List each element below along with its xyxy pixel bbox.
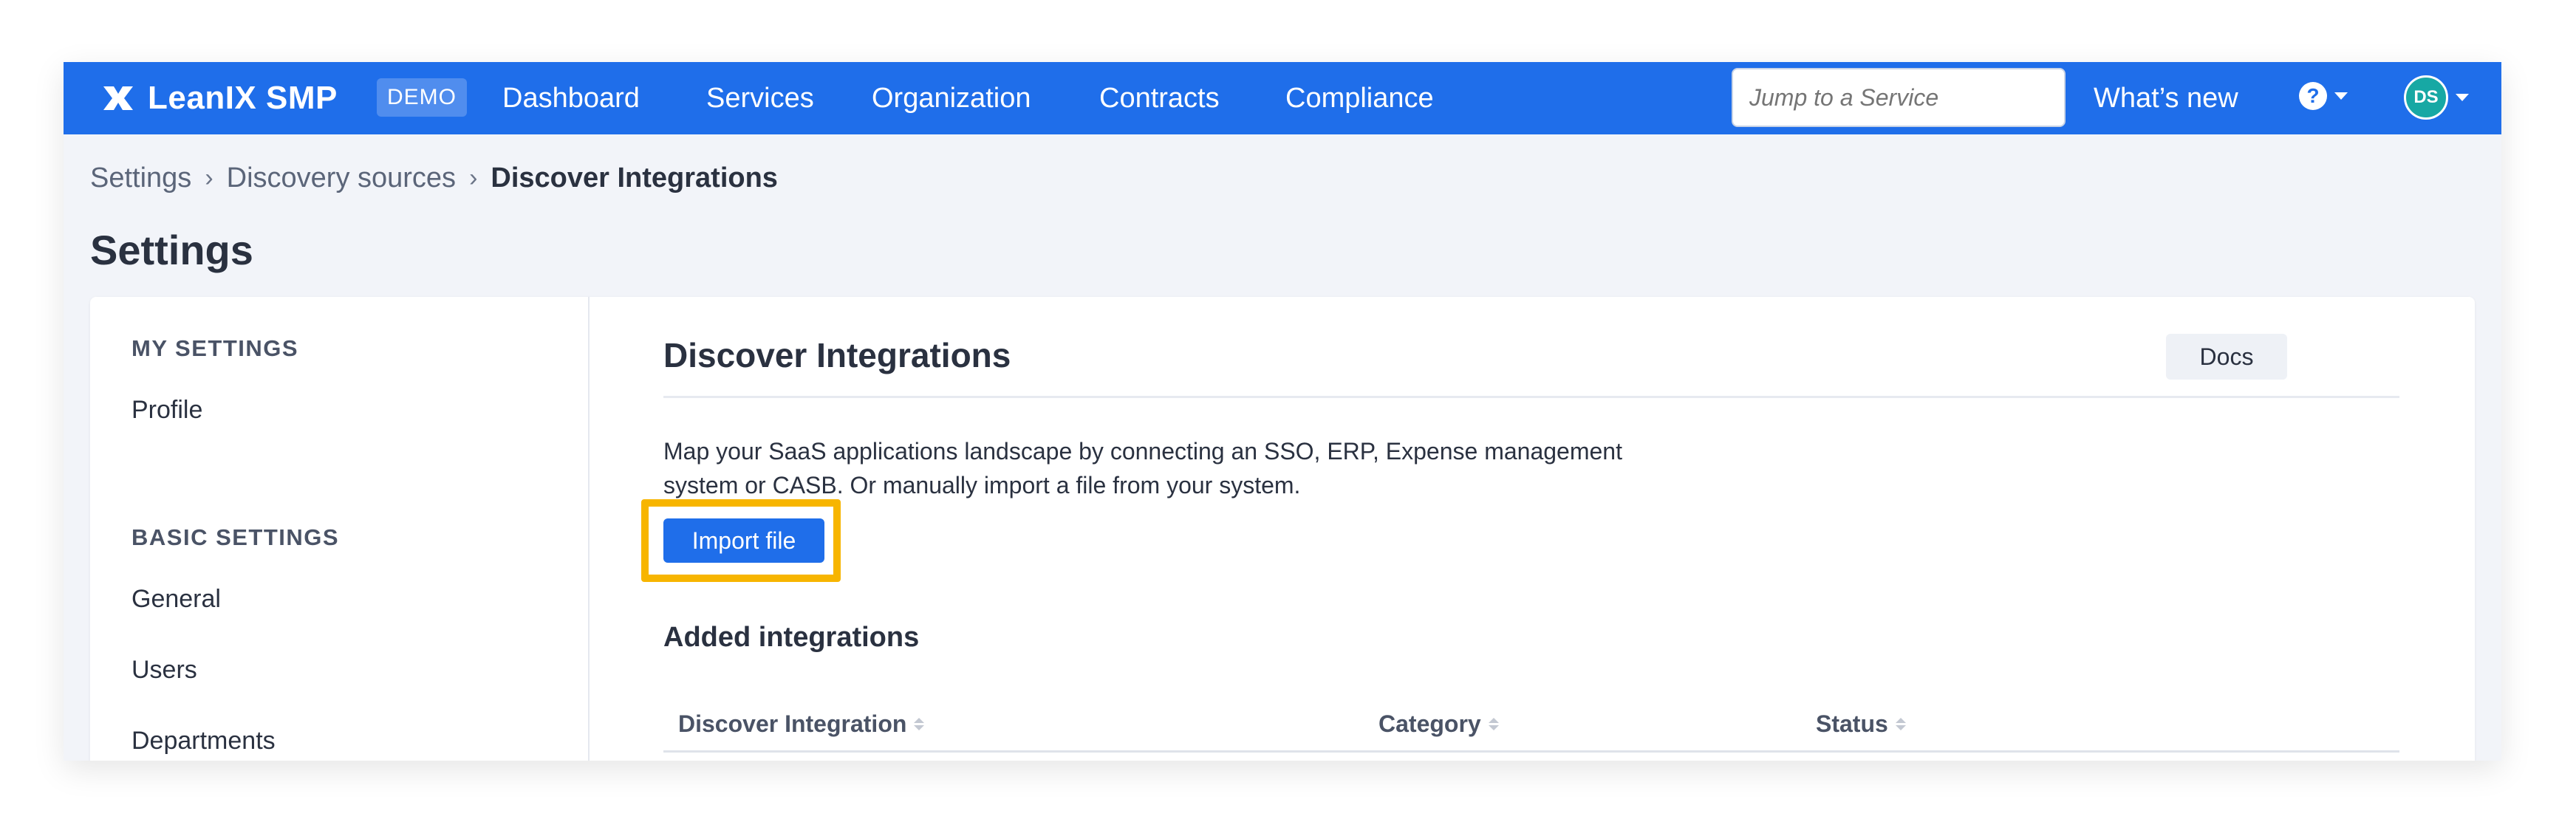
column-label: Status xyxy=(1816,710,1888,737)
column-label: Category xyxy=(1378,710,1481,737)
top-navigation-bar: LeanIX SMP DEMO Dashboard Services Organ… xyxy=(64,62,2501,134)
sidebar-heading-basic-settings: BASIC SETTINGS xyxy=(131,524,340,550)
sidebar-item-profile[interactable]: Profile xyxy=(131,396,202,425)
whats-new-link[interactable]: What’s new xyxy=(2094,62,2238,134)
column-header-category[interactable]: Category xyxy=(1378,710,1499,738)
column-label: Discover Integration xyxy=(678,710,907,737)
nav-services[interactable]: Services xyxy=(706,62,814,134)
avatar: DS xyxy=(2404,75,2448,120)
settings-sidebar: MY SETTINGS Profile BASIC SETTINGS Gener… xyxy=(90,297,590,761)
brand[interactable]: LeanIX SMP xyxy=(99,62,338,134)
chevron-down-icon xyxy=(2456,94,2469,101)
content-panel: Discover Integrations Docs Map your SaaS… xyxy=(590,297,2475,761)
settings-card: MY SETTINGS Profile BASIC SETTINGS Gener… xyxy=(90,297,2475,761)
sort-icon xyxy=(914,718,925,730)
nav-dashboard[interactable]: Dashboard xyxy=(502,62,640,134)
user-menu[interactable]: DS xyxy=(2404,75,2469,120)
nav-contracts[interactable]: Contracts xyxy=(1099,62,1220,134)
table-header-divider xyxy=(663,750,2399,753)
service-search-input[interactable] xyxy=(1732,68,2066,127)
chevron-right-icon: › xyxy=(205,163,213,192)
app-window: LeanIX SMP DEMO Dashboard Services Organ… xyxy=(64,62,2501,761)
column-header-discover-integration[interactable]: Discover Integration xyxy=(678,710,925,738)
added-integrations-heading: Added integrations xyxy=(663,622,920,653)
import-file-button[interactable]: Import file xyxy=(663,518,824,563)
description-text: Map your SaaS applications landscape by … xyxy=(663,438,1622,498)
chevron-down-icon xyxy=(2334,92,2348,100)
chevron-right-icon: › xyxy=(469,163,478,192)
nav-compliance[interactable]: Compliance xyxy=(1285,62,1434,134)
section-heading: Discover Integrations xyxy=(663,336,1011,374)
divider xyxy=(663,396,2399,398)
demo-badge: DEMO xyxy=(377,78,467,117)
breadcrumb-settings[interactable]: Settings xyxy=(90,162,191,194)
help-menu[interactable]: ? xyxy=(2299,82,2348,110)
breadcrumb-discovery-sources[interactable]: Discovery sources xyxy=(227,162,456,194)
breadcrumb: Settings › Discovery sources › Discover … xyxy=(90,160,778,196)
breadcrumb-current: Discover Integrations xyxy=(491,162,778,193)
help-icon: ? xyxy=(2299,82,2327,110)
sort-icon xyxy=(1895,718,1906,730)
nav-organization[interactable]: Organization xyxy=(872,62,1031,134)
leanix-logo-icon xyxy=(103,86,133,110)
sidebar-item-users[interactable]: Users xyxy=(131,656,197,685)
sidebar-item-general[interactable]: General xyxy=(131,585,221,614)
sort-icon xyxy=(1488,718,1499,730)
brand-name: LeanIX SMP xyxy=(148,80,338,116)
docs-button[interactable]: Docs xyxy=(2166,334,2287,380)
page-title: Settings xyxy=(90,227,253,273)
column-header-status[interactable]: Status xyxy=(1816,710,1906,738)
sidebar-heading-my-settings: MY SETTINGS xyxy=(131,335,299,361)
sidebar-item-departments[interactable]: Departments xyxy=(131,727,276,756)
